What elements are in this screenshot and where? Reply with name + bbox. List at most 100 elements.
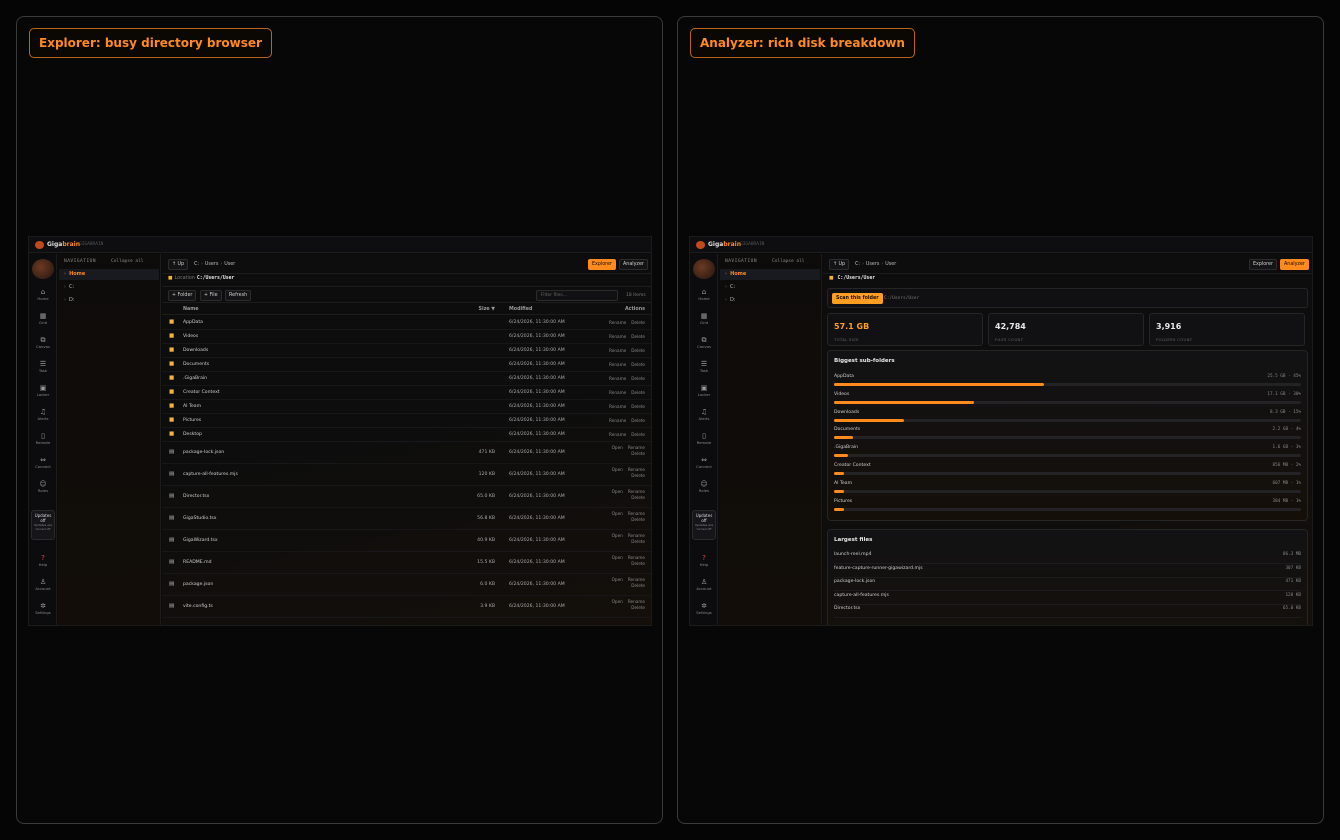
new-folder-button[interactable]: + Folder (168, 290, 197, 301)
delete-action[interactable]: Delete (631, 418, 645, 423)
largest-file-row[interactable]: launch-reel.mp4 86.3 MB (834, 552, 1301, 564)
delete-action[interactable]: Delete (631, 539, 645, 544)
subfolder-row[interactable]: Videos 17.1 GB · 30% (834, 392, 1301, 409)
rail-item-home[interactable]: ⌂ Home (690, 288, 718, 301)
delete-action[interactable]: Delete (631, 495, 645, 500)
table-row[interactable]: ■ Pictures 6/24/2026, 11:30:00 AM Rename Del… (162, 414, 651, 428)
rename-action[interactable]: Rename (628, 577, 645, 582)
delete-action[interactable]: Delete (631, 583, 645, 588)
col-size[interactable]: Size ▼ (478, 307, 495, 312)
open-action[interactable]: Open (612, 489, 623, 494)
collapse-all-button[interactable]: Collapse all (772, 259, 805, 264)
explorer-tab[interactable]: Explorer (1249, 259, 1277, 270)
rename-action[interactable]: Rename (628, 599, 645, 604)
analyzer-tab[interactable]: Analyzer (1280, 259, 1309, 270)
crumb-user[interactable]: User (885, 262, 896, 267)
rail-item-grid[interactable]: ▦ Grid (29, 312, 57, 325)
table-row[interactable]: ▤ GigaWizard.tsx 40.9 KB 6/24/2026, 11:30:0… (162, 530, 651, 552)
delete-action[interactable]: Delete (631, 561, 645, 566)
rename-action[interactable]: Rename (609, 348, 626, 353)
table-row[interactable]: ■ Videos 6/24/2026, 11:30:00 AM Rename Delet… (162, 330, 651, 344)
crumb-user[interactable]: User (224, 262, 235, 267)
up-button[interactable]: ↑ Up (829, 259, 850, 270)
delete-action[interactable]: Delete (631, 404, 645, 409)
delete-action[interactable]: Delete (631, 390, 645, 395)
rail-item-canvas[interactable]: ⧉ Canvas (690, 336, 718, 349)
open-action[interactable]: Open (612, 555, 623, 560)
subfolder-row[interactable]: Pictures 384 MB · 1% (834, 499, 1301, 516)
rail-item-home[interactable]: ⌂ Home (29, 288, 57, 301)
table-row[interactable]: ■ Desktop 6/24/2026, 11:30:00 AM Rename Dele… (162, 428, 651, 442)
open-action[interactable]: Open (612, 467, 623, 472)
nav-item-c[interactable]: › C: (720, 282, 820, 293)
delete-action[interactable]: Delete (631, 473, 645, 478)
rename-action[interactable]: Rename (628, 533, 645, 538)
table-row[interactable]: ▤ capture-all-features.mjs 120 KB 6/24/2026… (162, 464, 651, 486)
avatar[interactable] (693, 259, 715, 279)
rail-item-task[interactable]: ☰ Task (29, 360, 57, 373)
largest-file-row[interactable]: package-lock.json 471 KB (834, 579, 1301, 591)
crumb-users[interactable]: Users (205, 262, 218, 267)
delete-action[interactable]: Delete (631, 348, 645, 353)
col-name[interactable]: Name (183, 307, 199, 312)
rail-item-connect[interactable]: ⇔ Connect (690, 456, 718, 469)
up-button[interactable]: ↑ Up (168, 259, 189, 270)
updates-toggle[interactable]: Updates off Updates are turned off (692, 510, 716, 540)
rename-action[interactable]: Rename (609, 432, 626, 437)
table-row[interactable]: ▤ README.md 15.5 KB 6/24/2026, 11:30:00 AM O… (162, 552, 651, 574)
largest-file-row[interactable]: Director.tsx 65.0 KB (834, 606, 1301, 618)
rename-action[interactable]: Rename (628, 489, 645, 494)
rail-item-alerts[interactable]: ♫ Alerts (29, 408, 57, 421)
rename-action[interactable]: Rename (609, 376, 626, 381)
rename-action[interactable]: Rename (628, 445, 645, 450)
subfolder-row[interactable]: AppData 25.5 GB · 45% (834, 374, 1301, 391)
rail-item-help[interactable]: ? Help (29, 554, 57, 567)
open-action[interactable]: Open (612, 599, 623, 604)
table-row[interactable]: ■ AI Team 6/24/2026, 11:30:00 AM Rename Dele… (162, 400, 651, 414)
table-row[interactable]: ▤ GigaStudio.tsx 56.8 KB 6/24/2026, 11:30:0… (162, 508, 651, 530)
scan-folder-button[interactable]: Scan this folder (832, 293, 883, 304)
rail-item-help[interactable]: ? Help (690, 554, 718, 567)
largest-file-row[interactable]: feature-capture-runner-gigawizard.mjs 307… (834, 566, 1301, 578)
rename-action[interactable]: Rename (628, 555, 645, 560)
nav-item-d[interactable]: › D: (720, 295, 820, 306)
rail-item-account[interactable]: ♙ Account (29, 578, 57, 591)
table-row[interactable]: ■ Downloads 6/24/2026, 11:30:00 AM Rename De… (162, 344, 651, 358)
delete-action[interactable]: Delete (631, 376, 645, 381)
delete-action[interactable]: Delete (631, 362, 645, 367)
open-action[interactable]: Open (612, 511, 623, 516)
rail-item-settings[interactable]: ✲ Settings (690, 602, 718, 615)
crumb-c[interactable]: C: (194, 262, 199, 267)
nav-item-c[interactable]: › C: (59, 282, 159, 293)
table-row[interactable]: ■ .GigaBrain 6/24/2026, 11:30:00 AM Rename D… (162, 372, 651, 386)
table-row[interactable]: ▤ vite.config.ts 3.9 KB 6/24/2026, 11:30:00… (162, 596, 651, 618)
explorer-tab[interactable]: Explorer (588, 259, 616, 270)
crumb-users[interactable]: Users (866, 262, 879, 267)
refresh-button[interactable]: Refresh (225, 290, 252, 301)
table-row[interactable]: ■ Creator Context 6/24/2026, 11:30:00 AM Re… (162, 386, 651, 400)
delete-action[interactable]: Delete (631, 320, 645, 325)
rail-item-roles[interactable]: ☺ Roles (29, 480, 57, 493)
analyzer-tab[interactable]: Analyzer (619, 259, 648, 270)
table-row[interactable]: ▤ Director.tsx 65.0 KB 6/24/2026, 11:30:00 … (162, 486, 651, 508)
delete-action[interactable]: Delete (631, 432, 645, 437)
largest-file-row[interactable]: capture-all-features.mjs 120 KB (834, 593, 1301, 605)
rename-action[interactable]: Rename (609, 320, 626, 325)
nav-item-home[interactable]: › Home (720, 269, 820, 280)
rail-item-task[interactable]: ☰ Task (690, 360, 718, 373)
filter-input[interactable]: Filter files... (536, 290, 618, 301)
delete-action[interactable]: Delete (631, 517, 645, 522)
rename-action[interactable]: Rename (628, 467, 645, 472)
rail-item-alerts[interactable]: ♫ Alerts (690, 408, 718, 421)
rename-action[interactable]: Rename (609, 418, 626, 423)
rail-item-connect[interactable]: ⇔ Connect (29, 456, 57, 469)
rename-action[interactable]: Rename (609, 404, 626, 409)
rail-item-canvas[interactable]: ⧉ Canvas (29, 336, 57, 349)
delete-action[interactable]: Delete (631, 605, 645, 610)
rail-item-grid[interactable]: ▦ Grid (690, 312, 718, 325)
nav-item-d[interactable]: › D: (59, 295, 159, 306)
table-row[interactable]: ■ Documents 6/24/2026, 11:30:00 AM Rename De… (162, 358, 651, 372)
table-row[interactable]: ▤ package.json 6.0 KB 6/24/2026, 11:30:00 A… (162, 574, 651, 596)
rail-item-locker[interactable]: ▣ Locker (29, 384, 57, 397)
rail-item-settings[interactable]: ✲ Settings (29, 602, 57, 615)
